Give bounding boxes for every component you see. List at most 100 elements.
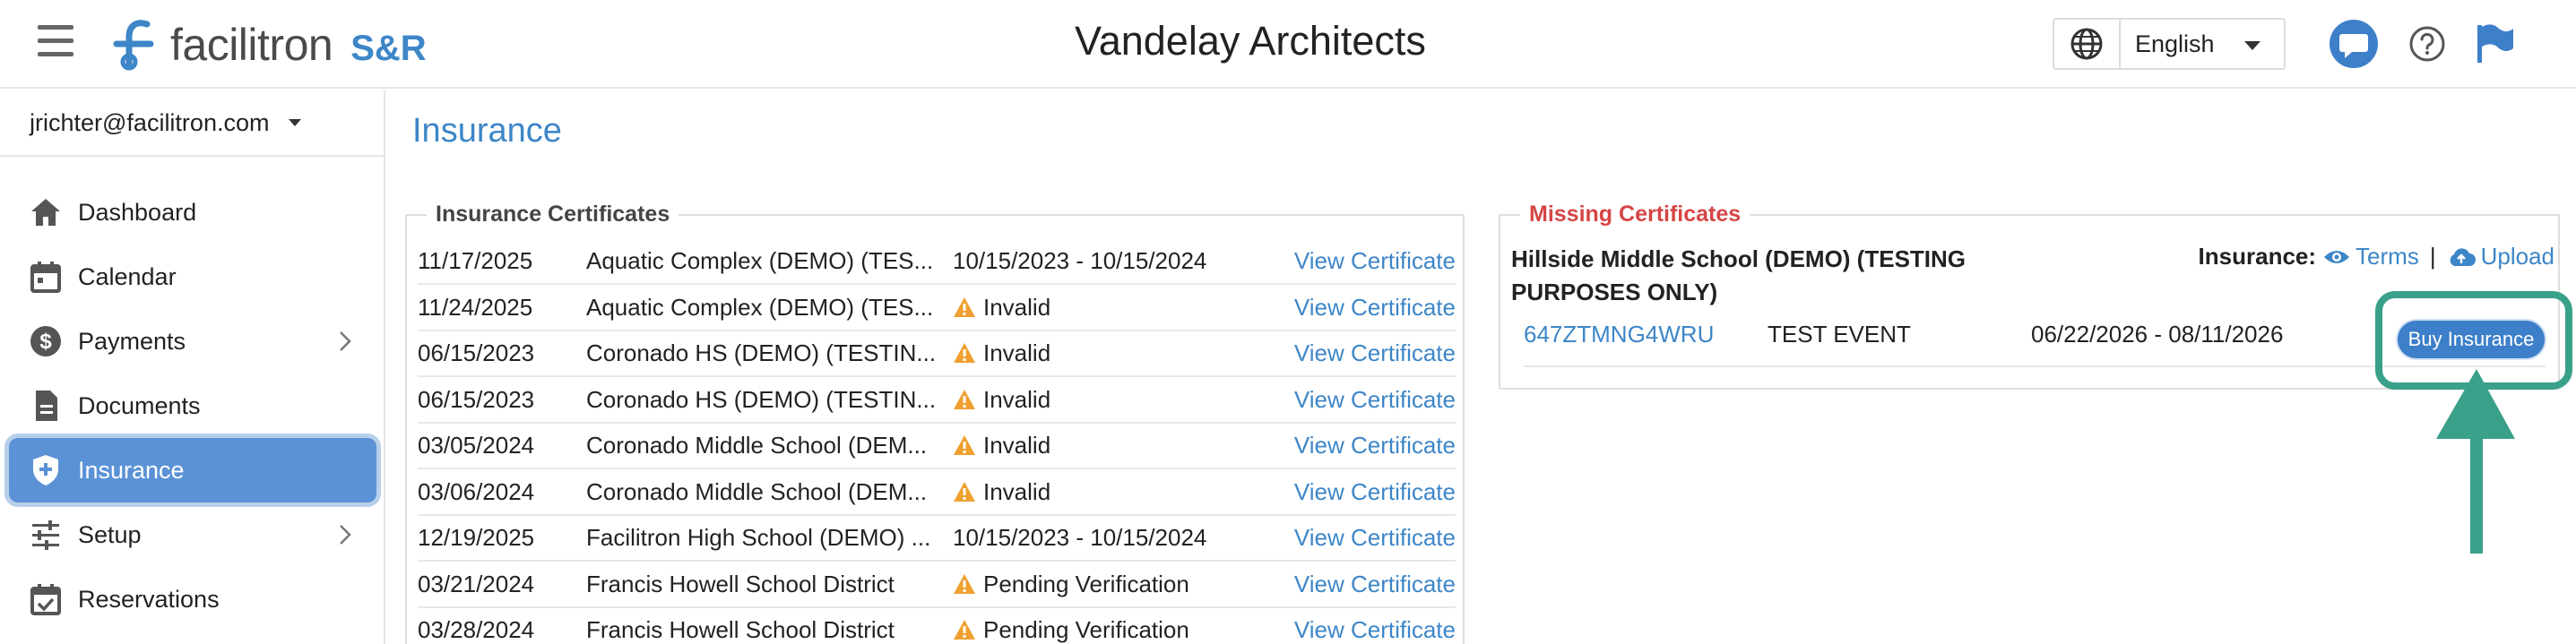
view-certificate-link[interactable]: View Certificate [1294, 339, 1456, 367]
chevron-down-icon [2244, 41, 2260, 50]
warning-icon [954, 343, 975, 363]
certificate-status: Pending Verification [953, 571, 1189, 598]
certificate-status-text: Invalid [983, 293, 1051, 321]
calendar-check-icon [30, 584, 61, 615]
certificate-date: 11/17/2025 [418, 247, 533, 274]
certificate-status: Invalid [953, 432, 1050, 459]
view-certificate-link[interactable]: View Certificate [1294, 247, 1456, 275]
certificate-status: Invalid [953, 478, 1050, 506]
sidebar-item-calendar[interactable]: Calendar [0, 245, 385, 309]
insurance-label: Insurance: [2198, 243, 2317, 270]
home-icon [31, 199, 60, 226]
logo[interactable]: facilitron S&R [111, 16, 427, 73]
sidebar-item-label: Reservations [78, 585, 220, 613]
sidebar-item-documents[interactable]: Documents [0, 374, 385, 438]
certificate-date: 03/05/2024 [418, 432, 535, 459]
sidebar-item-label: Dashboard [78, 198, 197, 226]
user-menu[interactable]: jrichter@facilitron.com [0, 90, 384, 157]
certificate-status: 10/15/2023 - 10/15/2024 [953, 524, 1206, 552]
certificate-facility: Coronado Middle School (DEM... [586, 432, 928, 459]
certificate-status-text: Invalid [983, 385, 1051, 413]
svg-text:$: $ [39, 330, 52, 354]
menu-icon[interactable] [38, 25, 73, 57]
sidebar-item-setup[interactable]: Setup [0, 502, 385, 567]
certificate-status-text: Invalid [983, 339, 1051, 366]
certificate-status-text: 10/15/2023 - 10/15/2024 [953, 247, 1207, 274]
table-row: 03/28/2024 Francis Howell School District… [418, 608, 1456, 644]
certificate-status-text: Pending Verification [983, 616, 1189, 643]
upload-label: Upload [2480, 243, 2554, 270]
terms-label: Terms [2356, 243, 2419, 270]
certificate-status: Invalid [953, 386, 1050, 414]
language-dropdown[interactable]: English [2121, 20, 2284, 68]
view-certificate-link[interactable]: View Certificate [1294, 571, 1456, 598]
warning-icon [954, 435, 975, 455]
warning-icon [954, 481, 975, 502]
event-dates: 06/22/2026 - 08/11/2026 [2031, 321, 2284, 348]
sidebar-item-reservations[interactable]: Reservations [0, 567, 385, 631]
sliders-icon [32, 520, 59, 550]
language-selector[interactable]: English [2053, 18, 2286, 70]
view-certificate-link[interactable]: View Certificate [1294, 524, 1456, 552]
view-certificate-link[interactable]: View Certificate [1294, 478, 1456, 506]
view-certificate-link[interactable]: View Certificate [1294, 432, 1456, 459]
document-icon [36, 391, 57, 421]
warning-icon [954, 296, 975, 317]
table-row: 11/17/2025 Aquatic Complex (DEMO) (TES...… [418, 239, 1456, 285]
terms-link[interactable]: Terms [2323, 243, 2419, 270]
certificate-status: 10/15/2023 - 10/15/2024 [953, 247, 1206, 275]
warning-icon [954, 573, 975, 594]
warning-icon [954, 389, 975, 409]
globe-icon [2054, 20, 2121, 68]
chat-icon[interactable] [2327, 20, 2381, 70]
table-row: 03/06/2024 Coronado Middle School (DEM...… [418, 470, 1456, 516]
flag-icon[interactable] [2476, 23, 2515, 64]
calendar-icon [30, 262, 61, 293]
help-icon[interactable] [2407, 24, 2447, 64]
certificate-status-text: Invalid [983, 477, 1051, 505]
sidebar-item-label: Payments [78, 327, 186, 355]
table-row: 06/15/2023 Coronado HS (DEMO) (TESTIN... I… [418, 331, 1456, 377]
sidebar-item-insurance[interactable]: Insurance [9, 438, 376, 502]
table-row: 03/05/2024 Coronado Middle School (DEM...… [418, 424, 1456, 469]
shield-icon [33, 455, 58, 485]
certificate-status-text: 10/15/2023 - 10/15/2024 [953, 524, 1207, 551]
sidebar-item-dashboard[interactable]: Dashboard [0, 180, 385, 245]
certificate-date: 11/24/2025 [418, 293, 533, 321]
app-header: facilitron S&R Vandelay Architects Engli… [0, 0, 2576, 89]
certificate-date: 06/15/2023 [418, 339, 535, 366]
sidebar-item-label: Setup [78, 520, 142, 548]
chevron-right-icon [340, 331, 351, 351]
view-certificate-link[interactable]: View Certificate [1294, 386, 1456, 414]
reservation-id-link[interactable]: 647ZTMNG4WRU [1524, 321, 1714, 348]
facilitron-logo-icon [113, 20, 154, 71]
chevron-right-icon [340, 525, 351, 545]
upload-link[interactable]: Upload [2447, 243, 2554, 270]
certificate-date: 03/21/2024 [418, 570, 535, 597]
certificate-facility: Coronado HS (DEMO) (TESTIN... [586, 385, 937, 413]
eye-icon [2324, 250, 2350, 263]
sidebar-item-label: Documents [78, 391, 201, 419]
organization-title: Vandelay Architects [1075, 18, 1426, 64]
buy-insurance-button[interactable]: Buy Insurance [2396, 319, 2546, 360]
warning-icon [954, 620, 975, 640]
table-row: 11/24/2025 Aquatic Complex (DEMO) (TES...… [418, 286, 1456, 331]
school-name: Hillside Middle School (DEMO) (TESTING P… [1511, 243, 1966, 309]
panel-legend: Missing Certificates [1529, 202, 1742, 227]
certificate-facility: Coronado HS (DEMO) (TESTIN... [586, 339, 937, 366]
certificate-status: Invalid [953, 294, 1050, 322]
certificate-date: 06/15/2023 [418, 385, 535, 413]
sidebar-item-payments[interactable]: $ Payments [0, 309, 385, 374]
view-certificate-link[interactable]: View Certificate [1294, 616, 1456, 644]
arrow-up-icon [2436, 369, 2515, 554]
sidebar-nav: Dashboard Calendar $ Payments Documents … [0, 180, 385, 631]
certificate-facility: Francis Howell School District [586, 616, 895, 643]
event-name: TEST EVENT [1768, 321, 1911, 348]
view-certificate-link[interactable]: View Certificate [1294, 294, 1456, 322]
certificate-date: 03/06/2024 [418, 477, 535, 505]
insurance-actions: Insurance: Terms | Upload [2199, 243, 2554, 270]
certificate-date: 12/19/2025 [418, 524, 535, 551]
school-name-line: Hillside Middle School (DEMO) (TESTING [1511, 245, 1967, 272]
page-title: Insurance [412, 112, 562, 150]
sidebar: jrichter@facilitron.com Dashboard Calend… [0, 90, 385, 644]
